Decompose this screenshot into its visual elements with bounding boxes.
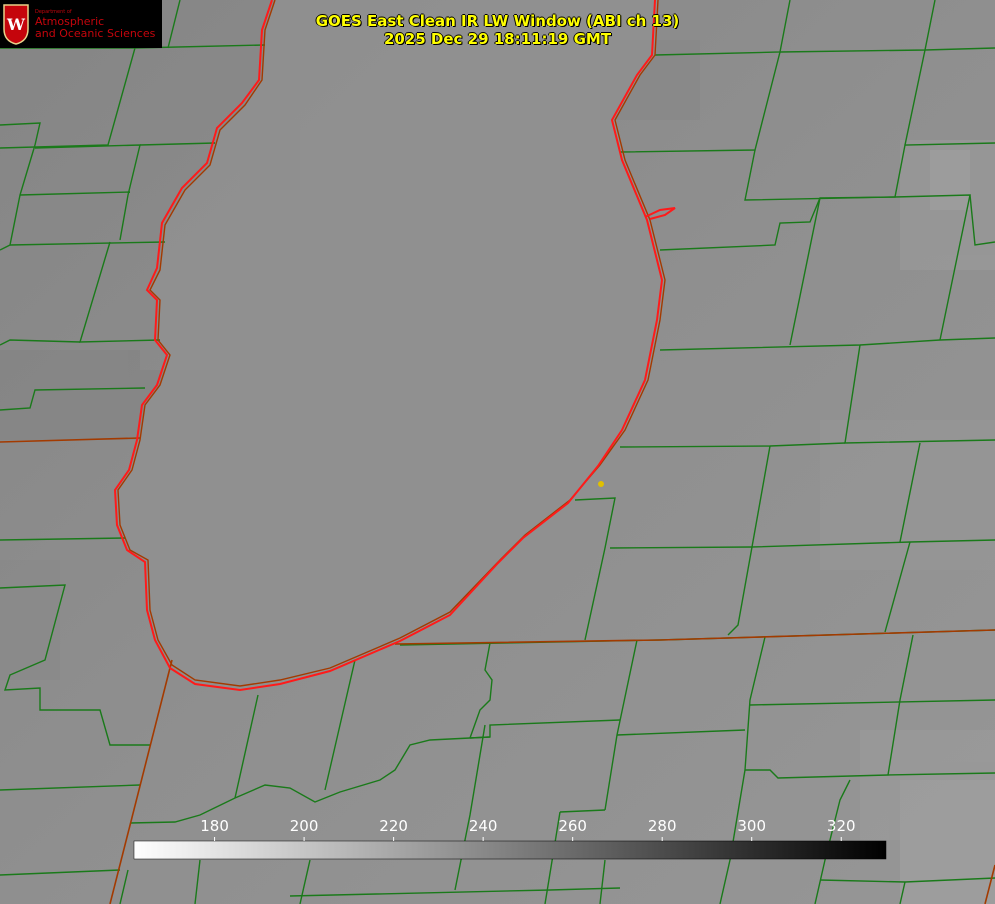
- colorbar-tick-label: 240: [469, 817, 498, 835]
- image-timestamp: 2025 Dec 29 18:11:19 GMT: [383, 30, 612, 48]
- satellite-map: 180 200 220 240 260 280 300 320: [0, 0, 995, 904]
- colorbar-tick-label: 200: [290, 817, 319, 835]
- colorbar-tick-label: 320: [827, 817, 856, 835]
- colorbar-tick-label: 220: [379, 817, 408, 835]
- colorbar-gradient: [133, 840, 887, 860]
- satellite-image-viewer: 180 200 220 240 260 280 300 320 W Department of…: [0, 0, 995, 904]
- colorbar-tick-label: 260: [558, 817, 587, 835]
- image-title: GOES East Clean IR LW Window (ABI ch 13): [315, 12, 680, 30]
- colorbar-tick-label: 300: [737, 817, 766, 835]
- station-marker: [598, 481, 604, 487]
- colorbar-tick-label: 280: [648, 817, 677, 835]
- colorbar-tick-label: 180: [200, 817, 229, 835]
